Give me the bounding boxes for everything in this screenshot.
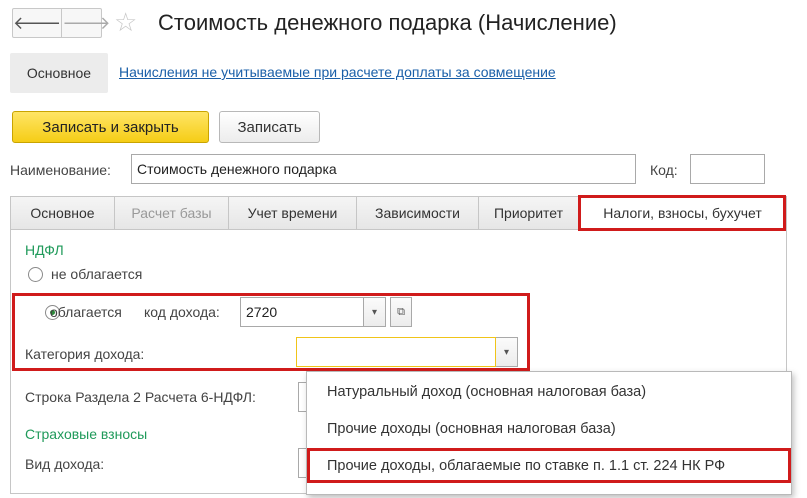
- dropdown-option[interactable]: Натуральный доход (основная налоговая ба…: [327, 384, 646, 400]
- highlight-taxes-tab: [578, 195, 786, 231]
- dropdown-option[interactable]: Прочие доходы (основная налоговая база): [327, 421, 616, 437]
- section-tab-main[interactable]: Основное: [10, 53, 108, 93]
- category-label: Категория дохода:: [25, 346, 145, 362]
- income-code-open-button[interactable]: ⧉: [390, 297, 412, 327]
- tab-time-accounting[interactable]: Учет времени: [229, 196, 357, 230]
- back-button[interactable]: 🡐: [13, 9, 61, 37]
- forward-button[interactable]: 🡒: [61, 9, 111, 37]
- save-and-close-button[interactable]: Записать и закрыть: [12, 111, 209, 143]
- radio-not-taxed-label: не облагается: [51, 266, 143, 282]
- income-code-field[interactable]: 2720: [240, 297, 364, 327]
- save-button[interactable]: Записать: [219, 111, 320, 143]
- radio-not-taxed[interactable]: [28, 267, 43, 282]
- chevron-down-icon: ▾: [503, 346, 510, 358]
- chevron-down-icon: ▾: [371, 306, 378, 318]
- arrow-left-icon: 🡐: [13, 12, 62, 33]
- name-field[interactable]: Стоимость денежного подарка: [131, 154, 636, 184]
- tab-main[interactable]: Основное: [10, 196, 115, 230]
- insurance-heading: Страховые взносы: [25, 426, 148, 442]
- nav-buttons: 🡐 🡒: [12, 8, 111, 38]
- radio-taxed-label: облагается: [50, 304, 122, 320]
- tab-priority[interactable]: Приоритет: [479, 196, 579, 230]
- tab-base-calculation[interactable]: Расчет базы: [115, 196, 229, 230]
- income-code-dropdown-button[interactable]: ▾: [364, 297, 386, 327]
- ndfl-heading: НДФЛ: [25, 242, 64, 258]
- section-link-accruals[interactable]: Начисления не учитываемые при расчете до…: [119, 64, 556, 80]
- code-field[interactable]: [690, 154, 765, 184]
- income-code-group: 2720 ▾ ⧉: [240, 297, 412, 327]
- arrow-right-icon: 🡒: [62, 12, 111, 33]
- name-label: Наименование:: [10, 162, 111, 178]
- category-group: ▾: [296, 337, 518, 367]
- highlight-dropdown-option: [307, 448, 791, 483]
- category-field[interactable]: [296, 337, 496, 367]
- report-line-label: Строка Раздела 2 Расчета 6-НДФЛ:: [25, 389, 256, 405]
- tab-dependencies[interactable]: Зависимости: [357, 196, 479, 230]
- star-icon[interactable]: ☆: [114, 7, 137, 37]
- income-type-label: Вид дохода:: [25, 456, 105, 472]
- income-code-label: код дохода:: [144, 304, 220, 320]
- open-icon: ⧉: [397, 305, 405, 318]
- page-title: Стоимость денежного подарка (Начисление): [158, 10, 617, 35]
- code-label: Код:: [650, 162, 678, 178]
- category-dropdown-button[interactable]: ▾: [496, 337, 518, 367]
